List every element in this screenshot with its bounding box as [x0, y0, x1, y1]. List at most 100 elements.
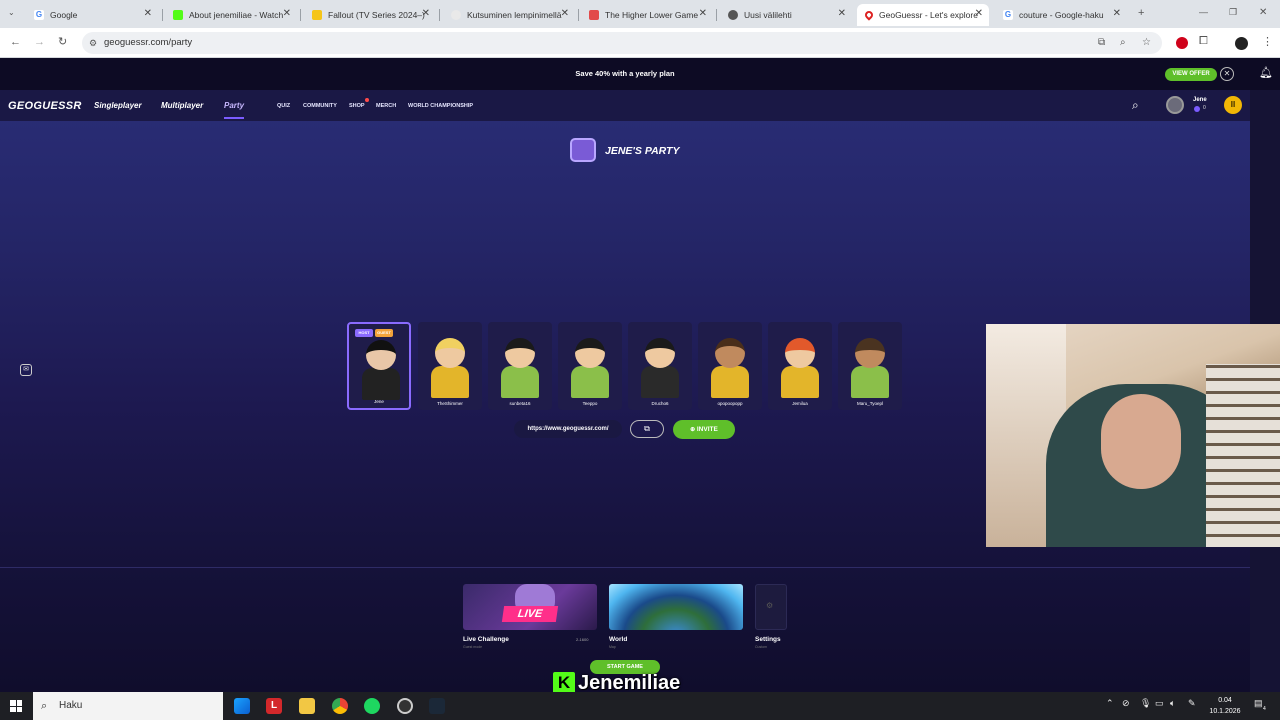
- close-tab-icon[interactable]: ✕: [422, 8, 430, 19]
- close-tab-icon[interactable]: ✕: [699, 8, 707, 19]
- close-tab-icon[interactable]: ✕: [975, 8, 983, 19]
- tab-couture-search[interactable]: G couture - Google-haku ✕: [995, 4, 1127, 26]
- app-l-icon[interactable]: L: [266, 698, 282, 714]
- chrome-icon[interactable]: [332, 698, 348, 714]
- taskbar-clock[interactable]: 0.04 10.1.2026: [1200, 695, 1250, 717]
- live-challenge-label: Live Challenge: [463, 636, 509, 643]
- tab-title: About jenemiliae - Watch: [189, 10, 284, 20]
- copy-link-button[interactable]: ⧉: [630, 420, 664, 438]
- back-icon[interactable]: ←: [10, 36, 21, 48]
- close-tab-icon[interactable]: ✕: [283, 8, 291, 19]
- user-level: 0: [1203, 105, 1206, 111]
- nav-quiz[interactable]: QUIZ: [277, 103, 290, 109]
- avatar-head: [715, 338, 745, 368]
- zoom-icon[interactable]: ⌕: [1120, 32, 1126, 54]
- party-member-slot[interactable]: Maru_Tyoepl: [838, 322, 902, 410]
- close-tab-icon[interactable]: ✕: [144, 8, 152, 19]
- microphone-icon[interactable]: 🎙︎: [1140, 698, 1151, 709]
- party-member-slot[interactable]: TheShimmer: [418, 322, 482, 410]
- party-member-slot[interactable]: Jemilua: [768, 322, 832, 410]
- site-info-icon[interactable]: ⚙: [89, 32, 97, 54]
- chrome-favicon-icon: [728, 10, 738, 20]
- profile-avatar[interactable]: [1235, 37, 1248, 50]
- pen-icon[interactable]: ✎: [1188, 698, 1196, 709]
- tab-new-tab[interactable]: Uusi välilehti ✕: [720, 4, 852, 26]
- tab-fallout[interactable]: Fallout (TV Series 2024–) ✕: [304, 4, 436, 26]
- notification-bell-icon[interactable]: 🔔︎: [1259, 66, 1273, 79]
- restore-icon[interactable]: ❐: [1229, 7, 1237, 18]
- close-window-icon[interactable]: ✕: [1259, 7, 1267, 18]
- tray-chevron-icon[interactable]: ⌃: [1106, 698, 1114, 709]
- url-field[interactable]: ⚙ geoguessr.com/party ⧉ ⌕ ☆: [82, 32, 1162, 54]
- nav-world-championship[interactable]: WORLD CHAMPIONSHIP: [408, 103, 473, 109]
- display-icon[interactable]: ▭: [1155, 698, 1164, 709]
- bookmark-star-icon[interactable]: ☆: [1142, 32, 1151, 54]
- settings-gear-icon: ⚙: [766, 601, 774, 610]
- new-tab-icon[interactable]: +: [1138, 7, 1144, 19]
- tab-google[interactable]: G Google ✕: [26, 4, 158, 26]
- windows-start-icon[interactable]: [10, 700, 22, 712]
- reload-icon[interactable]: ↻: [58, 35, 67, 48]
- search-icon[interactable]: ⌕: [1132, 98, 1139, 113]
- party-member-slot[interactable]: Drucho6: [628, 322, 692, 410]
- minimize-icon[interactable]: —: [1199, 7, 1208, 17]
- avatar-head: [785, 338, 815, 368]
- avatar-body: [501, 366, 539, 398]
- extensions-puzzle-icon[interactable]: ⧠: [1199, 35, 1208, 48]
- member-name: Jemilua: [792, 401, 808, 406]
- volume-icon[interactable]: 🔈︎: [1170, 698, 1175, 709]
- nav-shop[interactable]: SHOP: [349, 103, 365, 109]
- nav-community[interactable]: COMMUNITY: [303, 103, 337, 109]
- close-promo-icon[interactable]: ✕: [1220, 67, 1234, 81]
- extension-opera-icon[interactable]: [1176, 37, 1188, 49]
- tab-higher-lower[interactable]: The Higher Lower Game ✕: [581, 4, 713, 26]
- nav-singleplayer[interactable]: Singleplayer: [94, 101, 142, 110]
- avatar-head: [855, 338, 885, 368]
- tab-kick-about[interactable]: About jenemiliae - Watch ✕: [165, 4, 297, 26]
- avatar-body: [571, 366, 609, 398]
- close-tab-icon[interactable]: ✕: [1113, 8, 1121, 19]
- pro-pause-icon[interactable]: II: [1224, 96, 1242, 114]
- channel-name: Jenemiliae: [578, 671, 681, 693]
- nav-multiplayer[interactable]: Multiplayer: [161, 101, 203, 110]
- tab-kutsuminen[interactable]: Kutsuminen lempinimellä ✕: [443, 4, 575, 26]
- party-member-slot[interactable]: sunbeta16: [488, 322, 552, 410]
- section-divider: [0, 567, 1250, 568]
- settings-card[interactable]: ⚙: [755, 584, 787, 630]
- geoguessr-logo[interactable]: GEOGUESSR: [8, 100, 82, 112]
- spotify-icon[interactable]: [364, 698, 380, 714]
- nav-party[interactable]: Party: [224, 101, 244, 110]
- tab-list-chevron-icon[interactable]: ⌄: [8, 8, 15, 17]
- invite-link-field[interactable]: https://www.geoguessr.com/: [514, 420, 622, 438]
- notification-center-icon[interactable]: ▤: [1254, 698, 1263, 709]
- invite-button[interactable]: ⊕ INVITE: [673, 420, 735, 439]
- tab-separator: [716, 9, 717, 21]
- tab-title: Uusi välilehti: [744, 10, 792, 20]
- obs-icon[interactable]: [397, 698, 413, 714]
- edge-icon[interactable]: [234, 698, 250, 714]
- world-map-card[interactable]: [609, 584, 743, 630]
- user-avatar[interactable]: [1166, 96, 1184, 114]
- party-member-slot[interactable]: opopoopopp: [698, 322, 762, 410]
- view-offer-button[interactable]: VIEW OFFER: [1165, 68, 1217, 81]
- forward-icon[interactable]: →: [34, 36, 45, 48]
- webcam-face: [1101, 394, 1181, 489]
- chat-icon[interactable]: ✉: [20, 364, 32, 376]
- tab-geoguessr[interactable]: GeoGuessr - Let's explore ✕: [857, 4, 989, 26]
- user-name[interactable]: Jene: [1193, 97, 1207, 103]
- file-explorer-icon[interactable]: [299, 698, 315, 714]
- avatar-head: [435, 338, 465, 368]
- browser-menu-icon[interactable]: ⋮: [1262, 35, 1273, 48]
- install-app-icon[interactable]: ⧉: [1098, 32, 1105, 54]
- party-member-slot[interactable]: Teeppo: [558, 322, 622, 410]
- party-member-slot[interactable]: HOST GUEST Jene: [347, 322, 411, 410]
- promo-banner: Save 40% with a yearly plan VIEW OFFER ✕…: [0, 58, 1280, 90]
- close-tab-icon[interactable]: ✕: [561, 8, 569, 19]
- close-tab-icon[interactable]: ✕: [838, 8, 846, 19]
- steam-icon[interactable]: [429, 698, 445, 714]
- nav-merch[interactable]: MERCH: [376, 103, 396, 109]
- network-off-icon[interactable]: ⊘: [1122, 698, 1130, 709]
- member-name: opopoopopp: [717, 401, 743, 406]
- taskbar-search[interactable]: ⌕ Haku: [33, 692, 223, 720]
- avatar-head: [505, 338, 535, 368]
